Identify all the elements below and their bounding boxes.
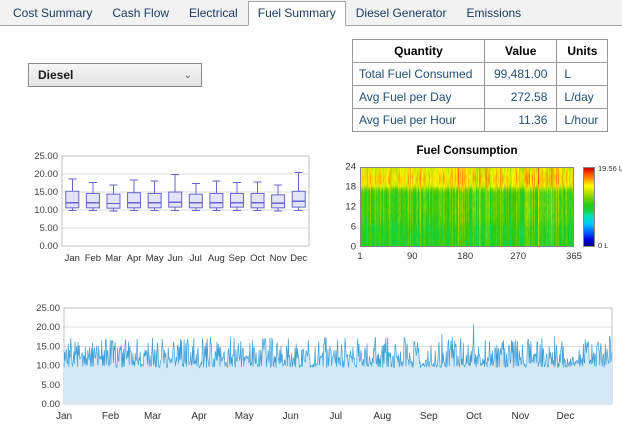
fuel-stats-table: Quantity Value Units Total Fuel Consumed 99… [352, 39, 609, 132]
svg-text:Oct: Oct [466, 411, 482, 422]
heatmap-legend-bar [583, 167, 595, 247]
hourly-fuel-timeseries-chart: 0.00 5.00 10.00 15.00 20.00 25.00 Jan Feb Mar Apr… [36, 303, 613, 422]
fuel-type-value: Diesel [38, 68, 74, 82]
svg-text:Jun: Jun [168, 253, 183, 264]
chevron-down-icon: ⌄ [183, 69, 192, 81]
svg-text:Jun: Jun [283, 411, 299, 422]
fuel-type-dropdown[interactable]: Diesel ⌄ [28, 63, 202, 87]
heatmap-ytick: 6 [350, 221, 356, 233]
svg-text:10.00: 10.00 [34, 205, 58, 216]
svg-text:5.00: 5.00 [40, 223, 59, 234]
svg-text:20.00: 20.00 [36, 322, 60, 333]
heatmap-ytick: 24 [345, 161, 356, 173]
svg-text:15.00: 15.00 [34, 187, 58, 198]
svg-text:May: May [146, 253, 164, 264]
heatmap-xtick: 270 [510, 251, 527, 262]
svg-text:15.00: 15.00 [36, 341, 60, 352]
svg-text:Apr: Apr [127, 253, 142, 264]
fuel-consumption-heatmap: Fuel Consumption 19.56 L 0 L 24 18 12 6 0 1 90… [336, 145, 622, 280]
svg-text:May: May [235, 411, 254, 422]
svg-text:Dec: Dec [290, 253, 307, 264]
column-header: Value [483, 39, 558, 63]
fuel-summary-panel: Cost Summary Cash Flow Electrical Fuel Summ… [0, 0, 622, 434]
table-cell: Avg Fuel per Day [352, 85, 485, 109]
heatmap-xtick: 1 [357, 251, 363, 262]
table-cell: 272.58 [483, 85, 558, 109]
svg-text:Aug: Aug [208, 253, 225, 264]
svg-text:Dec: Dec [557, 411, 575, 422]
table-row: Avg Fuel per Hour 11.36 L/hour [352, 108, 609, 132]
svg-text:Jul: Jul [329, 411, 342, 422]
legend-min-label: 0 L [598, 241, 609, 250]
tab-bar: Cost Summary Cash Flow Electrical Fuel Summ… [0, 0, 622, 26]
svg-text:25.00: 25.00 [34, 151, 58, 162]
svg-text:Jul: Jul [190, 253, 202, 264]
tab-electrical[interactable]: Electrical [179, 1, 248, 26]
svg-text:Feb: Feb [102, 411, 120, 422]
svg-text:Jan: Jan [65, 253, 80, 264]
table-cell: 99,481.00 [483, 62, 558, 86]
svg-text:Mar: Mar [105, 253, 121, 264]
svg-text:5.00: 5.00 [42, 380, 61, 391]
tab-fuel-summary[interactable]: Fuel Summary [247, 1, 346, 26]
column-header: Quantity [352, 39, 485, 63]
tab-diesel-generator[interactable]: Diesel Generator [346, 1, 457, 26]
tab-cash-flow[interactable]: Cash Flow [102, 1, 179, 26]
table-cell: L/day [556, 85, 609, 109]
svg-text:0.00: 0.00 [42, 399, 61, 410]
svg-text:Nov: Nov [512, 411, 530, 422]
svg-text:Mar: Mar [144, 411, 162, 422]
column-header: Units [556, 39, 609, 63]
svg-text:0.00: 0.00 [40, 241, 59, 252]
table-cell: Avg Fuel per Hour [352, 108, 485, 132]
heatmap-ytick: 18 [345, 181, 356, 193]
svg-text:Sep: Sep [420, 411, 438, 422]
svg-text:Feb: Feb [85, 253, 101, 264]
heatmap-ytick: 0 [350, 241, 356, 253]
table-cell: L/hour [556, 108, 609, 132]
svg-text:Jan: Jan [56, 411, 72, 422]
legend-max-label: 19.56 L [598, 164, 622, 173]
table-cell: Total Fuel Consumed [352, 62, 485, 86]
svg-text:Nov: Nov [270, 253, 287, 264]
tab-cost-summary[interactable]: Cost Summary [3, 1, 102, 26]
svg-text:20.00: 20.00 [34, 169, 58, 180]
heatmap-xtick: 365 [566, 251, 582, 262]
svg-text:Aug: Aug [373, 411, 391, 422]
fuel-stats-table-body: Total Fuel Consumed 99,481.00 L Avg Fuel pe… [352, 62, 609, 132]
table-cell: 11.36 [483, 108, 558, 132]
monthly-boxplot-chart: 0.00 5.00 10.00 15.00 20.00 25.00 Jan Feb Mar Apr… [34, 151, 310, 264]
heatmap-xtick: 180 [457, 251, 474, 262]
fuel-stats-table-header: Quantity Value Units [352, 39, 609, 63]
table-cell: L [556, 62, 609, 86]
tab-emissions[interactable]: Emissions [456, 1, 531, 26]
svg-text:Oct: Oct [250, 253, 265, 264]
table-row: Total Fuel Consumed 99,481.00 L [352, 62, 609, 86]
heatmap-xtick: 90 [407, 251, 418, 262]
svg-text:10.00: 10.00 [36, 361, 60, 372]
svg-text:25.00: 25.00 [36, 303, 60, 314]
svg-text:Apr: Apr [191, 411, 207, 422]
table-row: Avg Fuel per Day 272.58 L/day [352, 85, 609, 109]
heatmap-title: Fuel Consumption [416, 145, 518, 157]
svg-text:Sep: Sep [229, 253, 246, 264]
heatmap-ytick: 12 [345, 201, 356, 213]
heatmap-canvas [360, 167, 574, 247]
